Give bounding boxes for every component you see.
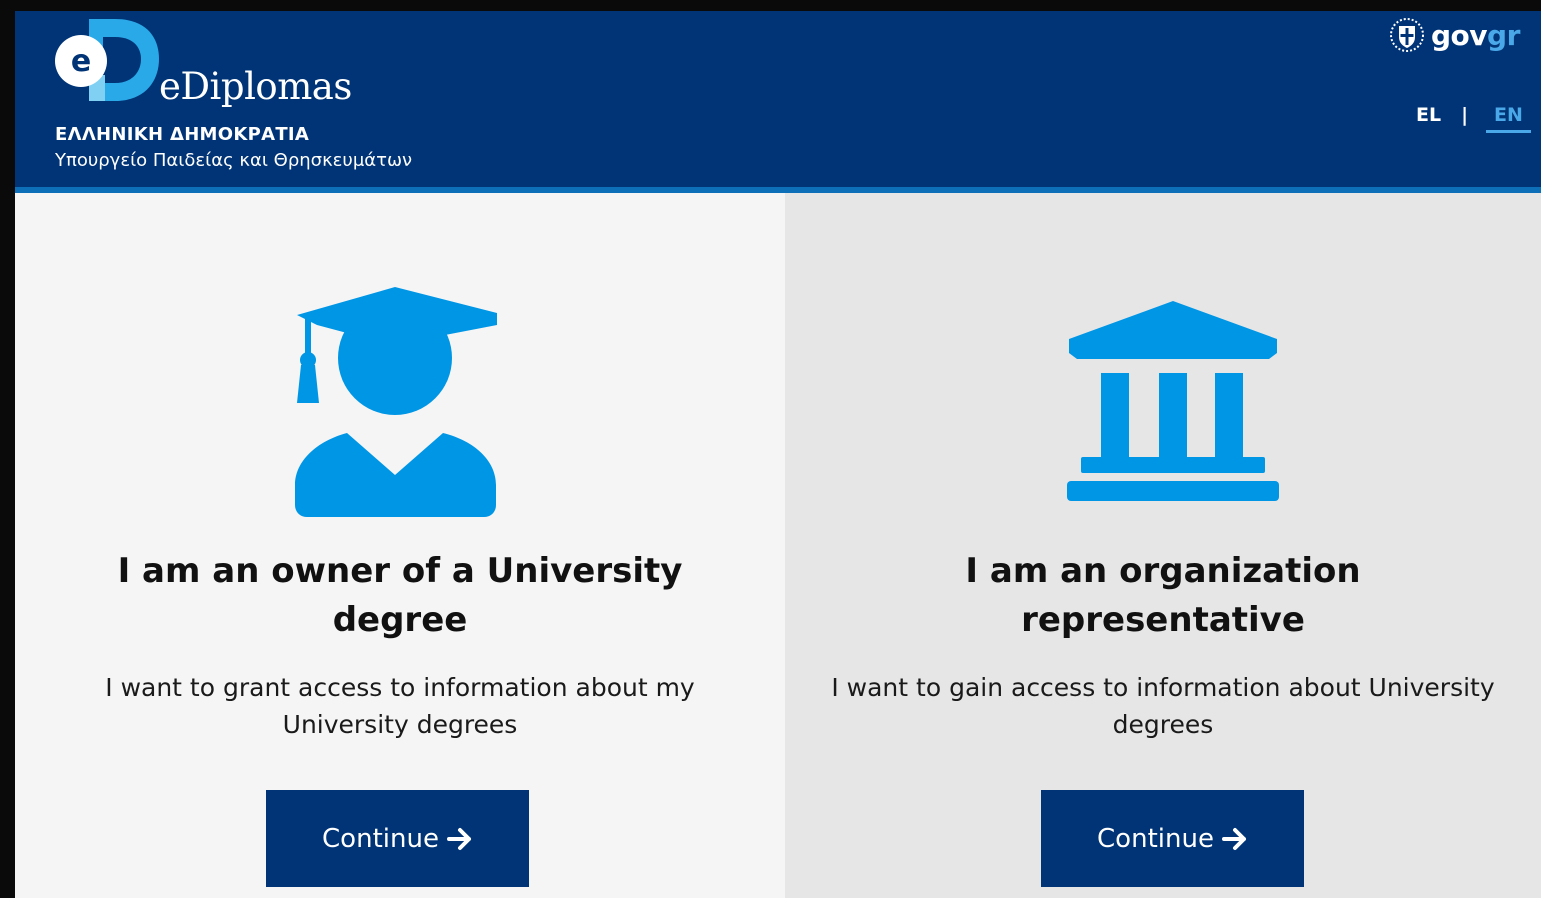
owner-panel: I am an owner of a University degree I w…	[15, 193, 785, 898]
lang-en-link[interactable]: EN	[1486, 104, 1531, 133]
owner-continue-label: Continue	[322, 823, 439, 854]
govgr-gov: gov	[1431, 18, 1488, 52]
govgr-logo[interactable]: govgr	[1389, 13, 1520, 57]
site-header: e eDiplomas ΕΛΛΗΝΙΚΗ ΔΗΜΟΚΡΑΤΙΑ Υπουργεί…	[15, 11, 1541, 187]
owner-title: I am an owner of a University degree	[117, 551, 683, 640]
organization-description: I want to gain access to information abo…	[831, 673, 1495, 739]
organization-title: I am an organization representative	[965, 551, 1361, 640]
greek-coat-of-arms-icon	[1390, 18, 1424, 52]
graduate-icon	[295, 287, 497, 517]
svg-text:e: e	[71, 44, 91, 79]
brand-name: eDiplomas	[159, 65, 352, 108]
ediplomas-logo-icon[interactable]: e	[53, 15, 161, 101]
govgr-wordmark: govgr	[1431, 19, 1520, 52]
app-frame: e eDiplomas ΕΛΛΗΝΙΚΗ ΔΗΜΟΚΡΑΤΙΑ Υπουργεί…	[15, 11, 1541, 898]
arrow-right-icon	[446, 827, 471, 850]
owner-description: I want to grant access to information ab…	[105, 673, 695, 739]
organization-panel: I am an organization representative I wa…	[785, 193, 1541, 898]
organization-continue-button[interactable]: Continue	[1041, 790, 1304, 887]
republic-label: ΕΛΛΗΝΙΚΗ ΔΗΜΟΚΡΑΤΙΑ	[55, 124, 310, 145]
govgr-gr: gr	[1487, 18, 1520, 52]
language-switcher: EL | EN	[1416, 99, 1531, 133]
owner-continue-button[interactable]: Continue	[266, 790, 529, 887]
institution-icon	[1067, 301, 1279, 501]
ministry-label: Υπουργείο Παιδείας και Θρησκευμάτων	[55, 150, 413, 171]
organization-continue-label: Continue	[1097, 823, 1214, 854]
lang-separator: |	[1461, 104, 1469, 126]
lang-el-link[interactable]: EL	[1416, 104, 1441, 126]
arrow-right-icon	[1221, 827, 1246, 850]
